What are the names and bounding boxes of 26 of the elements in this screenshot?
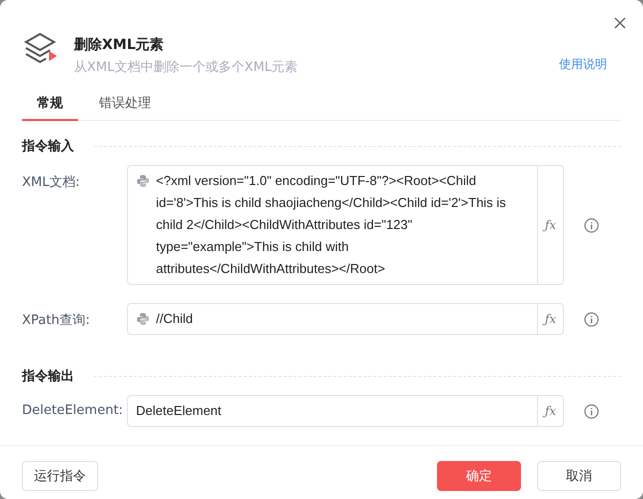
- info-icon[interactable]: [584, 218, 599, 232]
- dialog-title: 删除XML元素: [74, 36, 165, 54]
- field-value: //Child: [156, 310, 193, 328]
- python-icon: [136, 312, 150, 326]
- section-title: 指令输出: [22, 368, 74, 385]
- input-field[interactable]: //Child ƒx: [127, 303, 564, 335]
- info-icon[interactable]: [584, 404, 599, 418]
- info-icon[interactable]: [584, 312, 599, 326]
- field-label: DeleteElement:: [22, 402, 124, 418]
- cancel-button[interactable]: 取消: [537, 461, 621, 491]
- field-label: XPath查询:: [22, 312, 91, 329]
- input-field[interactable]: DeleteElement ƒx: [127, 395, 564, 427]
- formula-button[interactable]: ƒx: [537, 396, 563, 426]
- formula-button[interactable]: ƒx: [537, 166, 563, 284]
- formula-button[interactable]: ƒx: [537, 304, 563, 334]
- field-label: XML文档:: [22, 174, 81, 191]
- tab[interactable]: 常规: [22, 90, 78, 121]
- close-icon[interactable]: [613, 16, 627, 30]
- field-value: <?xml version="1.0" encoding="UTF-8"?><Root><Child id='8'>This is child shaojiacheng</Child><Child id='2'>This is child 2</Child><ChildWithAttributes id="123" type="example">This is child with attributes</ChildWithAttributes></Root>: [156, 172, 507, 278]
- section-title: 指令输入: [22, 138, 74, 155]
- python-icon: [136, 174, 150, 188]
- tab[interactable]: 错误处理: [84, 90, 166, 121]
- dialog-subtitle: 从XML文档中删除一个或多个XML元素: [74, 59, 299, 76]
- field-value: DeleteElement: [136, 402, 222, 420]
- input-field[interactable]: [127, 165, 564, 285]
- run-button[interactable]: 运行指令: [22, 461, 98, 491]
